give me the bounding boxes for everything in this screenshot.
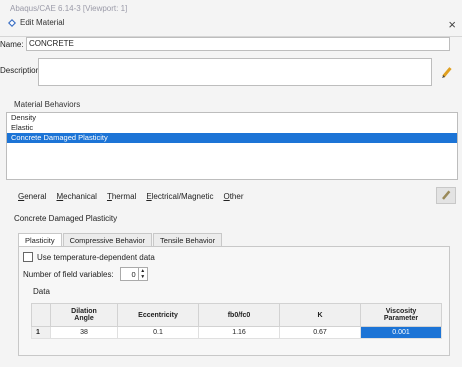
- tab-bar: Plasticity Compressive Behavior Tensile …: [18, 233, 223, 247]
- tab-tensile-behavior[interactable]: Tensile Behavior: [153, 233, 223, 247]
- field-vars-row: Number of field variables: 0 ▲ ▼: [23, 267, 148, 281]
- table-cell[interactable]: 0.67: [279, 326, 361, 339]
- temp-dependent-row: Use temperature-dependent data: [23, 252, 155, 262]
- name-field-value: CONCRETE: [29, 39, 74, 48]
- material-behaviors-label: Material Behaviors: [14, 100, 81, 109]
- column-header: Viscosity Parameter: [360, 303, 442, 327]
- table-row: 1 38 0.1 1.16 0.67 0.001: [31, 326, 442, 339]
- edit-behavior-button[interactable]: [436, 187, 456, 204]
- data-label: Data: [33, 287, 50, 296]
- close-icon[interactable]: ×: [448, 18, 456, 31]
- dialog-title-text: Edit Material: [20, 18, 65, 27]
- name-field[interactable]: CONCRETE: [26, 37, 450, 51]
- column-header: fb0/fc0: [198, 303, 280, 327]
- column-header: Dilation Angle: [50, 303, 118, 327]
- spin-arrows-icon[interactable]: ▲ ▼: [137, 268, 147, 280]
- edit-pencil-icon: [442, 190, 451, 200]
- name-label: Name:: [0, 40, 24, 49]
- menu-electrical-magnetic[interactable]: Electrical/Magnetic: [146, 192, 213, 201]
- column-header: Eccentricity: [117, 303, 199, 327]
- menu-thermal[interactable]: Thermal: [107, 192, 136, 201]
- abaqus-diamond-icon: [8, 18, 16, 27]
- temp-dependent-checkbox[interactable]: [23, 252, 33, 262]
- column-header: K: [279, 303, 361, 327]
- menu-general[interactable]: General: [18, 192, 46, 201]
- description-field[interactable]: [38, 58, 432, 86]
- row-index: 1: [31, 326, 51, 339]
- menu-mechanical[interactable]: Mechanical: [56, 192, 96, 201]
- description-label: Description:: [0, 66, 43, 75]
- temp-dependent-label: Use temperature-dependent data: [37, 252, 155, 262]
- section-title: Concrete Damaged Plasticity: [14, 214, 118, 223]
- table-cell[interactable]: 1.16: [198, 326, 280, 339]
- pencil-icon[interactable]: [440, 66, 454, 80]
- menu-other[interactable]: Other: [223, 192, 243, 201]
- list-item[interactable]: Concrete Damaged Plasticity: [7, 133, 457, 143]
- behavior-menu-bar: General Mechanical Thermal Electrical/Ma…: [18, 192, 244, 201]
- list-item[interactable]: Elastic: [7, 123, 457, 133]
- data-table: Dilation Angle Eccentricity fb0/fc0 K Vis…: [31, 303, 442, 339]
- table-cell[interactable]: 0.1: [117, 326, 199, 339]
- dialog-title: Edit Material: [8, 18, 64, 27]
- plasticity-panel: Use temperature-dependent data Number of…: [18, 246, 450, 356]
- window-title: Abaqus/CAE 6.14-3 [Viewport: 1]: [10, 4, 127, 13]
- tab-plasticity[interactable]: Plasticity: [18, 233, 62, 247]
- window-title-text: Abaqus/CAE 6.14-3 [Viewport: 1]: [10, 4, 128, 13]
- field-vars-stepper[interactable]: 0 ▲ ▼: [119, 267, 148, 281]
- table-cell[interactable]: 38: [50, 326, 118, 339]
- list-item[interactable]: Density: [7, 113, 457, 123]
- row-header-corner: [31, 303, 51, 327]
- tab-compressive-behavior[interactable]: Compressive Behavior: [62, 233, 153, 247]
- material-behaviors-list[interactable]: Density Elastic Concrete Damaged Plastic…: [6, 112, 458, 180]
- field-vars-label: Number of field variables:: [23, 269, 114, 279]
- table-cell-selected[interactable]: 0.001: [360, 326, 442, 339]
